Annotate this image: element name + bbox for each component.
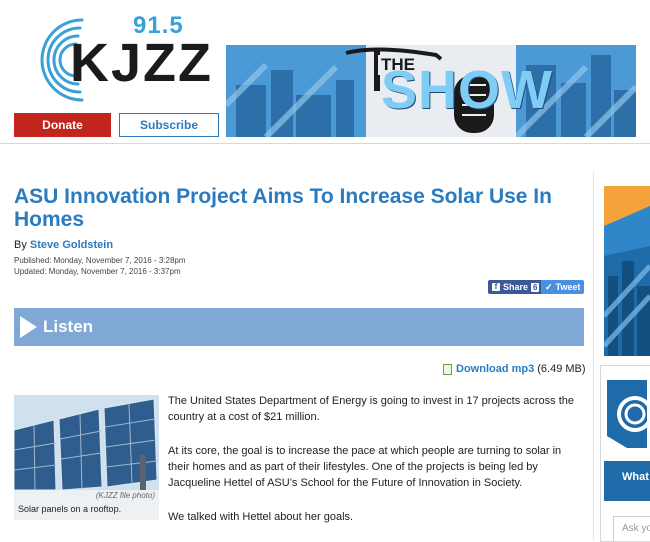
article-title: ASU Innovation Project Aims To Increase … — [14, 185, 552, 231]
the-show-banner[interactable]: THE SHOW — [226, 45, 636, 137]
subscribe-button[interactable]: Subscribe — [119, 113, 219, 137]
download-mp3: Download mp3 (6.49 MB) — [443, 363, 586, 375]
published-date: Published: Monday, November 7, 2016 - 3:… — [14, 256, 186, 265]
ad-graphic-icon — [604, 186, 650, 356]
share-count: 6 — [531, 282, 540, 292]
header-divider — [0, 143, 650, 144]
download-mp3-link[interactable]: Download mp3 — [456, 363, 534, 375]
arizona-map-icon — [607, 380, 650, 448]
article-paragraph: We talked with Hettel about her goals. — [168, 511, 354, 523]
donate-button[interactable]: Donate — [14, 113, 111, 137]
photo-credit: (KJZZ file photo) — [95, 491, 155, 500]
solar-panels-image — [14, 395, 159, 490]
author-link[interactable]: Steve Goldstein — [30, 239, 113, 251]
byline: By Steve Goldstein — [14, 239, 113, 251]
logo-callsign: KJZZ — [70, 33, 213, 93]
byline-prefix: By — [14, 239, 27, 251]
solar-panel-icon — [14, 395, 159, 490]
updated-date: Updated: Monday, November 7, 2016 - 3:37… — [14, 267, 181, 276]
photo-caption: Solar panels on a rooftop. — [18, 504, 122, 514]
listen-label: Listen — [43, 317, 94, 336]
share-label: Share — [503, 282, 529, 292]
article-photo: (KJZZ file photo) Solar panels on a roof… — [14, 395, 159, 520]
sidebar-widget: What Ask yo — [600, 365, 650, 542]
article-paragraph: At its core, the goal is to increase the… — [168, 445, 562, 489]
facebook-icon: f — [492, 283, 500, 291]
tweet-label: Tweet — [555, 282, 581, 292]
sidebar-what-heading: What — [604, 461, 650, 501]
play-icon — [20, 316, 37, 338]
ask-input[interactable]: Ask yo — [613, 516, 650, 541]
article-paragraph: The United States Department of Energy i… — [168, 395, 574, 423]
sidebar-divider — [593, 172, 594, 540]
listen-bar[interactable]: Listen — [14, 308, 584, 346]
download-size: (6.49 MB) — [537, 363, 586, 375]
banner-show-text: SHOW — [381, 60, 553, 120]
twitter-icon: ✓ — [545, 281, 553, 292]
file-icon — [443, 363, 452, 375]
sidebar-ad[interactable] — [604, 186, 650, 356]
tweet-button[interactable]: ✓ Tweet — [541, 280, 585, 294]
facebook-share-button[interactable]: f Share 6 — [488, 280, 544, 294]
